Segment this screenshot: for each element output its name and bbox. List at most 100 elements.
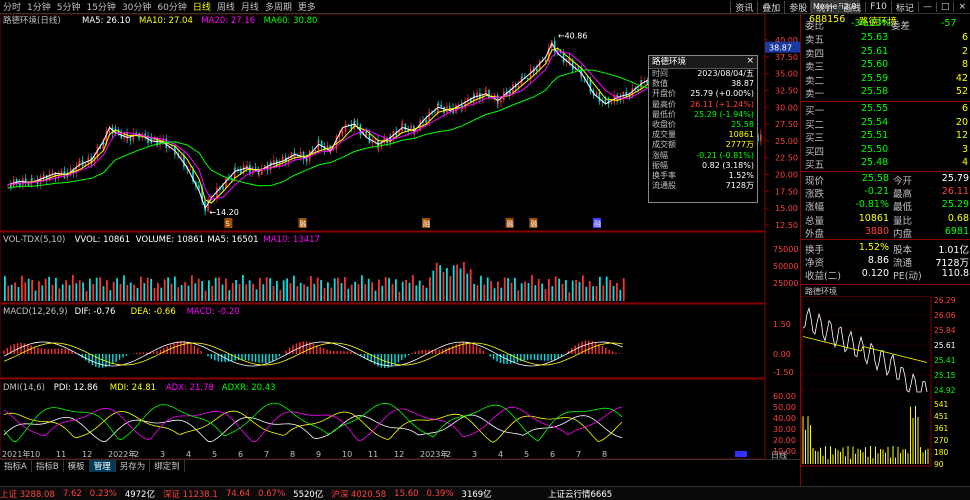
tool-button-9[interactable]: × — [953, 2, 970, 12]
tool-button-8[interactable]: □ — [935, 2, 954, 12]
stat-row: 总量 10861 量比 0.68 — [801, 212, 970, 227]
bid-price: 25.50 — [861, 143, 889, 155]
period-tab-1[interactable]: 1分钟 — [24, 3, 54, 13]
volume-bar — [619, 289, 622, 301]
period-selector: 分时 1分钟 5分钟 15分钟 30分钟 60分钟 日线 周线 月线 多周期 更多 — [0, 0, 319, 13]
stat-value: 7128万 — [935, 258, 969, 270]
volume-bar — [568, 292, 571, 301]
period-tab-2[interactable]: 5分钟 — [54, 3, 84, 13]
volume-bar — [371, 282, 373, 301]
info-row: 换手率 1.52% — [649, 171, 757, 181]
ask-label: 卖二 — [805, 75, 825, 87]
x-axis-tick-label: 11 — [368, 450, 378, 459]
period-tab-10[interactable]: 更多 — [295, 3, 319, 13]
info-key: 换手率 — [652, 170, 676, 180]
period-tab-8[interactable]: 月线 — [238, 3, 262, 13]
index-quote: 3169亿 — [461, 489, 492, 500]
volume-bar — [381, 285, 384, 301]
period-tab-5[interactable]: 60分钟 — [154, 3, 189, 13]
tool-button-5[interactable]: F10 — [865, 2, 891, 12]
indicator-tab-1[interactable]: 指标B — [32, 459, 64, 472]
stat-value: 110.8 — [941, 268, 969, 280]
candle-body — [443, 106, 445, 113]
info-row: 振幅 0.82 (3.18%) — [649, 161, 757, 171]
stat-label: 收益(二) — [805, 271, 841, 283]
volume-bar — [34, 290, 37, 301]
x-axis-tick-label: 7 — [576, 450, 581, 459]
stat-value: 10861 — [858, 212, 889, 224]
vol-label: VOLUME: 10861 — [136, 235, 204, 245]
indicator-tab-2[interactable]: 模板 — [64, 459, 90, 472]
candle-body — [568, 60, 571, 62]
ma20-line — [7, 50, 756, 200]
period-tab-7[interactable]: 周线 — [214, 3, 238, 13]
volume-bar — [24, 282, 27, 301]
period-tab-4[interactable]: 30分钟 — [119, 3, 154, 13]
volume-bar — [286, 278, 288, 301]
x-axis-tick-label: 4 — [498, 450, 503, 459]
dmi-axis-label: 20.00 — [773, 436, 796, 445]
period-tab-0[interactable]: 分时 — [0, 3, 24, 13]
volume-bar — [242, 275, 244, 301]
close-icon[interactable]: × — [746, 56, 754, 66]
candle-body — [598, 92, 601, 102]
volume-bar — [527, 283, 530, 301]
top-toolbar: 分时 1分钟 5分钟 15分钟 30分钟 60分钟 日线 周线 月线 多周期 更多 MemeFi2.… — [0, 0, 970, 14]
indicator-tab-4[interactable]: 另存为 — [116, 459, 151, 472]
period-tab-6[interactable]: 日线 — [190, 3, 214, 13]
tool-button-6[interactable]: 标记 — [890, 0, 918, 14]
volume-bar — [252, 283, 254, 301]
volume-bar — [21, 275, 23, 301]
volume-bar — [313, 283, 316, 301]
volume-bar — [558, 278, 560, 301]
stat-label: 涨幅 — [805, 202, 825, 214]
market-status-bar: 上证 3288.08 7.62 0.23% 4972亿 深证 11238.1 74.64 0… — [0, 486, 970, 500]
x-axis-tick-label: 12 — [82, 450, 92, 459]
volume-bar — [541, 283, 543, 301]
volume-bar — [85, 290, 88, 301]
intraday-chart[interactable]: 26.29 26.06 25.84 25.61 25.41 25.15 24.92 541 45… — [801, 296, 970, 486]
stat-value: -0.81% — [855, 199, 889, 211]
volume-bar — [561, 283, 564, 301]
indicator-tab-5[interactable]: 绑定到 — [150, 459, 185, 472]
intraday-vol-label: 270 — [934, 436, 949, 445]
vol-label: VOL-TDX(5,10) — [3, 235, 65, 245]
bid-price: 25.51 — [861, 130, 889, 141]
volume-bar — [551, 286, 554, 301]
tool-button-4[interactable]: 画线 — [838, 0, 865, 14]
info-value: 10861 — [728, 130, 754, 140]
volume-bar — [55, 277, 57, 301]
indicator-tab-0[interactable]: 指标A — [0, 459, 32, 472]
vol-label: MA5: 16501 — [207, 235, 258, 245]
tool-button-2[interactable]: 参股 — [784, 0, 811, 14]
candle-body — [625, 91, 628, 97]
tool-button-0[interactable]: 资讯 — [730, 0, 757, 14]
high-price-label: ←40.86 — [558, 32, 588, 41]
candle-body — [347, 124, 350, 126]
volume-bar — [473, 284, 475, 301]
x-axis-tick-label: 12 — [394, 450, 404, 459]
intraday-price-label: 26.29 — [934, 296, 956, 305]
volume-bar — [333, 278, 336, 301]
ask-volume: 2 — [961, 45, 968, 57]
volume-bar — [201, 281, 203, 301]
info-row: 最高价 26.11 (+1.24%) — [649, 100, 757, 110]
scroll-handle[interactable] — [735, 451, 747, 457]
tool-button-7[interactable]: — — [917, 2, 936, 12]
candle-body — [377, 147, 380, 149]
candle-body — [254, 167, 257, 169]
indicator-tab-3[interactable]: 管理 — [89, 459, 116, 472]
event-marker-label: S — [225, 220, 230, 228]
intraday-price-label: 25.61 — [934, 341, 956, 350]
volume-bar — [106, 280, 108, 301]
period-tab-9[interactable]: 多周期 — [262, 3, 295, 13]
x-axis-tick-label: 7 — [264, 450, 269, 459]
period-tab-3[interactable]: 15分钟 — [83, 3, 118, 13]
tool-button-1[interactable]: 叠加 — [757, 0, 784, 14]
volume-bar — [425, 287, 428, 301]
info-key: 最低价 — [652, 109, 676, 119]
vol-label: MA10: 13417 — [263, 235, 320, 245]
volume-bar — [68, 285, 71, 301]
tool-button-3[interactable]: 统计 — [811, 0, 838, 14]
candle-body — [580, 76, 583, 78]
